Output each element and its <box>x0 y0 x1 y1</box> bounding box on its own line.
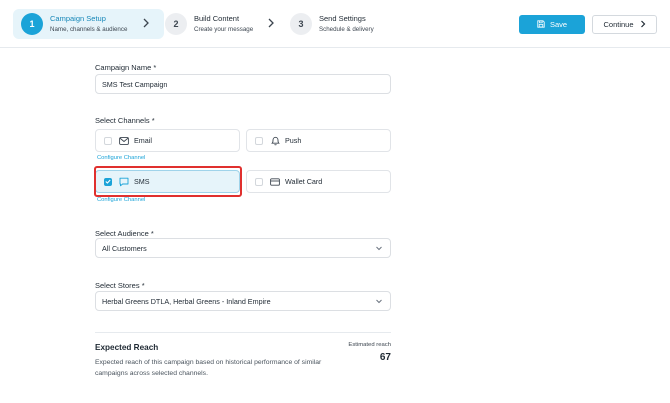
step-title: Campaign Setup <box>50 13 106 23</box>
continue-button[interactable]: Continue <box>592 15 657 34</box>
step-number: 2 <box>165 13 187 35</box>
channel-label: Wallet Card <box>285 177 323 186</box>
step-send-settings[interactable]: 3 Send Settings Schedule & delivery <box>290 9 374 39</box>
stores-select[interactable]: Herbal Greens DTLA, Herbal Greens - Inla… <box>95 291 391 311</box>
audience-value: All Customers <box>102 243 147 253</box>
step-title: Send Settings <box>319 13 366 23</box>
step-subtitle: Name, channels & audience <box>50 25 128 33</box>
bell-icon <box>270 136 280 146</box>
card-icon <box>270 177 280 187</box>
save-icon <box>537 19 545 30</box>
email-checkbox[interactable] <box>104 136 112 145</box>
chevron-right-icon <box>640 20 646 30</box>
channel-option-wallet-card[interactable]: Wallet Card <box>246 170 391 193</box>
campaign-name-input[interactable]: SMS Test Campaign <box>95 74 391 94</box>
estimated-reach-value: 67 <box>379 352 391 363</box>
channel-option-email[interactable]: Email <box>95 129 240 152</box>
wallet-card-checkbox[interactable] <box>255 177 263 186</box>
configure-channel-link[interactable]: Configure Channel <box>97 197 145 203</box>
wizard-header: 1 Campaign Setup Name, channels & audien… <box>0 0 670 48</box>
continue-label: Continue <box>603 20 634 29</box>
step-subtitle: Create your message <box>194 25 254 33</box>
campaign-name-value: SMS Test Campaign <box>102 79 168 89</box>
channel-label: Push <box>285 136 302 145</box>
step-subtitle: Schedule & delivery <box>319 25 374 33</box>
campaign-name-label: Campaign Name * <box>95 63 157 72</box>
channels-label: Select Channels * <box>95 116 155 125</box>
chevron-down-icon <box>375 297 383 305</box>
step-build-content[interactable]: 2 Build Content Create your message <box>165 9 253 39</box>
configure-channel-link[interactable]: Configure Channel <box>97 155 145 161</box>
reach-title: Expected Reach <box>95 343 159 352</box>
chevron-right-icon <box>266 18 276 30</box>
estimated-reach-label: Estimated reach <box>348 342 391 348</box>
mail-icon <box>119 136 129 146</box>
stores-value: Herbal Greens DTLA, Herbal Greens - Inla… <box>102 296 271 306</box>
save-label: Save <box>549 20 568 29</box>
reach-description: Expected reach of this campaign based on… <box>95 359 322 377</box>
chevron-right-icon <box>141 18 151 30</box>
save-button[interactable]: Save <box>519 15 585 34</box>
step-number: 3 <box>290 13 312 35</box>
stores-label: Select Stores * <box>95 281 145 290</box>
channel-label: Email <box>134 136 152 145</box>
step-number: 1 <box>21 13 43 35</box>
expected-reach-panel: Expected Reach Expected reach of this ca… <box>95 332 391 377</box>
push-checkbox[interactable] <box>255 136 263 145</box>
step-title: Build Content <box>194 13 240 23</box>
channel-option-push[interactable]: Push <box>246 129 391 152</box>
audience-select[interactable]: All Customers <box>95 238 391 258</box>
audience-label: Select Audience * <box>95 229 154 238</box>
selection-highlight <box>94 166 242 197</box>
chevron-down-icon <box>375 244 383 252</box>
